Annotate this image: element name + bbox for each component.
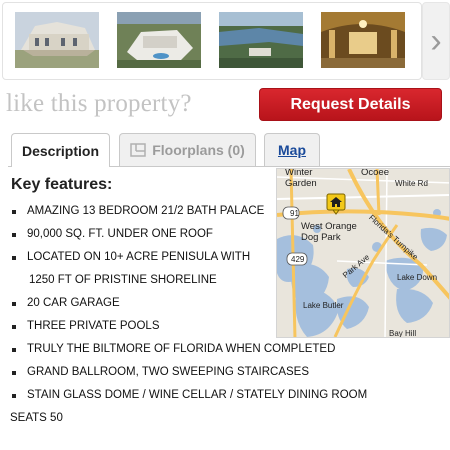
feature-text: 90,000 SQ. FT. UNDER ONE ROOF [27,228,213,240]
map-label-lake-butler: Lake Butler [303,301,344,310]
gallery-thumb-3[interactable] [219,12,303,68]
aerial-estate-photo [117,12,201,68]
location-map[interactable]: 91 429 Winter Garden Ocoee White Rd West… [276,168,450,338]
tab-floorplans-label: Floorplans (0) [152,142,245,158]
key-features-heading: Key features: [11,176,113,193]
photo-gallery-strip [2,2,422,80]
map-label-route-429: 429 [291,255,305,264]
tab-description[interactable]: Description [11,133,110,167]
gallery-thumb-2[interactable] [117,12,201,68]
like-property-prompt: like this property? [6,90,192,117]
map-label-white-rd: White Rd [395,179,428,188]
feature-text: THREE PRIVATE POOLS [27,320,160,332]
feature-text: GRAND BALLROOM, TWO SWEEPING STAIRCASES [27,366,310,378]
feature-item: TRULY THE BILTMORE OF FLORIDA WHEN COMPL… [10,338,367,361]
map-label-lake-down: Lake Down [397,273,438,282]
ballroom-interior-photo [321,12,405,68]
map-label-route-91: 91 [290,209,299,218]
aerial-lake-photo [219,12,303,68]
feature-text: TRULY THE BILTMORE OF FLORIDA WHEN COMPL… [27,343,336,355]
map-label-winter-garden: Winter Garden [285,168,317,189]
tab-map[interactable]: Map [264,133,320,166]
gallery-thumb-4[interactable] [321,12,405,68]
floorplan-icon [130,143,146,157]
map-label-ocoee: Ocoee [361,168,389,178]
feature-text: STAIN GLASS DOME / WINE CELLAR / STATELY… [27,389,368,401]
property-pin-icon[interactable] [326,193,346,215]
feature-text-continued: SEATS 50 [10,412,63,424]
feature-item: GRAND BALLROOM, TWO SWEEPING STAIRCASES [10,361,367,384]
request-details-button[interactable]: Request Details [259,88,442,121]
feature-item: STAIN GLASS DOME / WINE CELLAR / STATELY… [10,384,367,430]
gallery-next-chevron-icon[interactable]: › [422,2,450,80]
mansion-exterior-photo [15,12,99,68]
feature-text: 20 CAR GARAGE [27,297,120,309]
gallery-thumb-1[interactable] [15,12,99,68]
feature-text: AMAZING 13 BEDROOM 21/2 BATH PALACE [27,205,265,217]
map-label-bay-hill: Bay Hill [389,329,417,338]
tab-floorplans[interactable]: Floorplans (0) [119,133,256,166]
feature-text: LOCATED ON 10+ ACRE PENISULA WITH [27,251,251,263]
map-label-west-orange-dog-park: West Orange Dog Park [301,221,357,243]
